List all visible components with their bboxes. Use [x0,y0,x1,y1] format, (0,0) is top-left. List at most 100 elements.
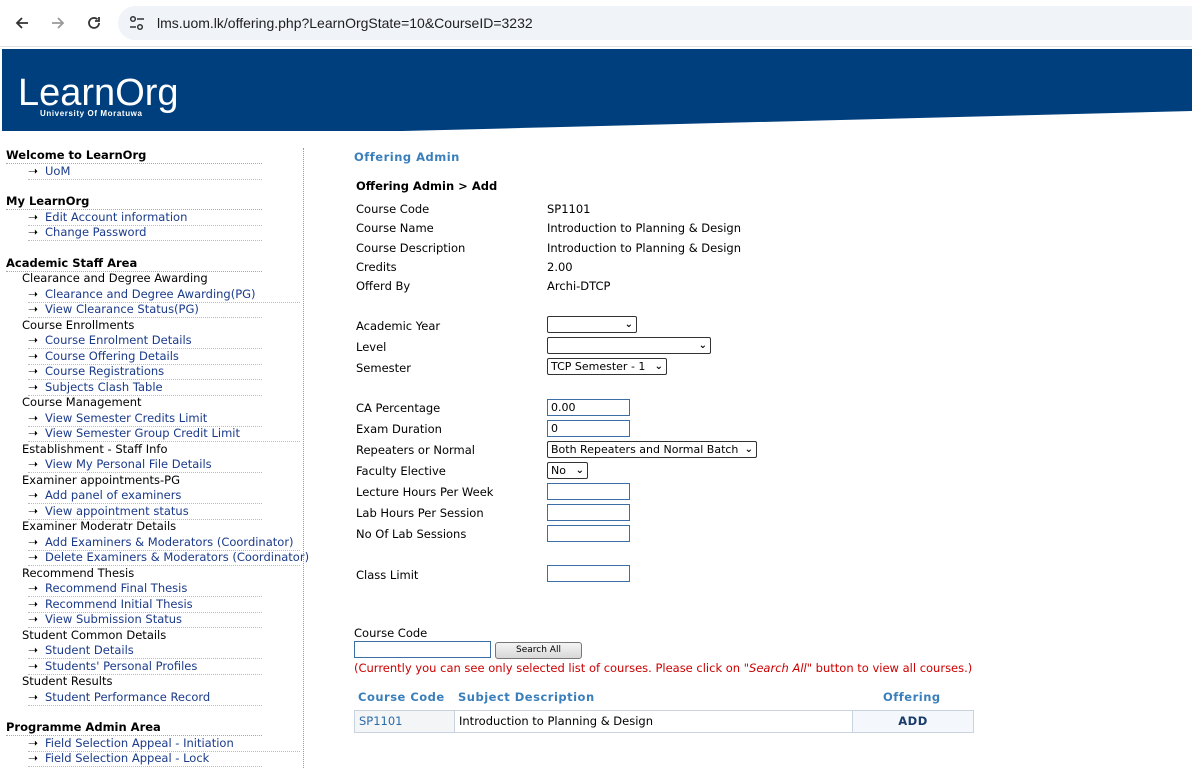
arrow-right-icon: ➝ [28,410,39,425]
search-hint-post: button to view all courses.) [812,661,973,675]
arrow-right-icon: ➝ [28,379,39,394]
semester-label: Semester [356,361,411,375]
sidebar-link-label: Field Selection Appeal - Lock [45,751,210,765]
sidebar-link-label: UoM [45,163,71,178]
sidebar-link-course-offering-details[interactable]: ➝ Course Offering Details [28,349,262,365]
column-header-subject-description: Subject Description [458,690,595,704]
sidebar-category-course-management: Course Management [22,395,142,409]
sidebar-category-examiner-moderatr-details: Examiner Moderatr Details [22,519,177,533]
class-limit-input[interactable] [547,565,630,582]
table-row: SP1101 Introduction to Planning & Design… [354,710,974,733]
sidebar-link-view-clearance-status-pg[interactable]: ➝ View Clearance Status(PG) [28,302,262,318]
sidebar-link-label: Students' Personal Profiles [45,658,198,673]
course-description-value: Introduction to Planning & Design [547,241,742,255]
forward-button[interactable] [45,10,71,36]
lecture-hours-input[interactable] [547,483,630,500]
academic-year-select[interactable]: ⌄ [547,316,637,333]
sidebar-link-change-password[interactable]: ➝ Change Password [28,225,262,241]
arrow-right-icon: ➝ [28,488,39,502]
ca-percentage-input[interactable]: 0.00 [547,399,630,416]
arrow-left-icon [15,17,28,29]
sidebar-link-label: Course Registrations [45,364,165,378]
level-select[interactable]: ⌄ [547,337,711,354]
search-hint: (Currently you can see only selected lis… [354,661,972,675]
sidebar-link-view-my-personal-file-details[interactable]: ➝ View My Personal File Details [28,457,262,473]
add-offering-button[interactable]: ADD [853,711,973,732]
sidebar-category-student-results: Student Results [22,674,113,688]
sidebar-link-course-enrolment-details[interactable]: ➝ Course Enrolment Details [28,333,262,349]
sidebar-link-label: Recommend Final Thesis [45,581,188,595]
chevron-down-icon: ⌄ [575,465,584,476]
arrow-right-icon: ➝ [28,364,39,378]
faculty-elective-value: No [551,464,566,477]
sidebar-link-label: Course Enrolment Details [45,333,192,347]
lab-hours-input[interactable] [547,504,630,521]
sidebar-category-establishment-staff-info: Establishment - Staff Info [22,441,168,456]
course-code-label: Course Code [356,202,430,216]
sidebar-link-course-registrations[interactable]: ➝ Course Registrations [28,364,262,380]
repeaters-label: Repeaters or Normal [356,443,475,457]
sidebar-link-view-semester-credits-limit[interactable]: ➝ View Semester Credits Limit [28,411,262,427]
faculty-elective-select[interactable]: No ⌄ [547,462,588,479]
sidebar-link-add-panel-of-examiners[interactable]: ➝ Add panel of examiners [28,488,262,504]
level-label: Level [356,340,387,354]
sidebar-section-my-learnorg: My LearnOrg [6,194,262,210]
learnorg-logo[interactable]: LearnOrg [18,73,179,113]
exam-duration-input[interactable]: 0 [547,420,630,437]
arrow-right-icon: ➝ [28,426,39,440]
arrow-right-icon: ➝ [28,751,39,765]
arrow-right-icon: ➝ [28,612,39,626]
lab-sessions-input[interactable] [547,525,630,542]
course-name-value: Introduction to Planning & Design [547,221,742,235]
sidebar-link-clearance-and-degree-awarding-pg[interactable]: ➝ Clearance and Degree Awarding(PG) [28,287,300,303]
sidebar-link-recommend-initial-thesis[interactable]: ➝ Recommend Initial Thesis [28,597,262,613]
sidebar-link-recommend-final-thesis[interactable]: ➝ Recommend Final Thesis [28,581,262,597]
academic-year-label: Academic Year [356,319,441,333]
search-hint-pre: (Currently you can see only selected lis… [354,661,744,675]
reload-button[interactable] [81,10,107,36]
sidebar-link-view-submission-status[interactable]: ➝ View Submission Status [28,612,262,628]
chevron-down-icon: ⌄ [624,319,633,330]
sidebar-link-add-examiners-moderators-coordinator[interactable]: ➝ Add Examiners & Moderators (Coordinator… [28,535,300,551]
semester-select[interactable]: TCP Semester - 1 ⌄ [547,358,667,375]
sidebar-category-student-common-details: Student Common Details [22,627,167,642]
chevron-down-icon: ⌄ [654,361,663,372]
sidebar-link-label: Edit Account information [45,209,188,224]
reload-icon [88,17,100,29]
sidebar-link-student-details[interactable]: ➝ Student Details [28,643,262,659]
sidebar-category-clearance-and-degree-awarding: Clearance and Degree Awarding [22,271,208,285]
chevron-down-icon: ⌄ [698,340,707,351]
search-course-code-input[interactable] [354,641,491,658]
sidebar: Welcome to LearnOrg ➝ UoM My LearnOrg ➝ Edit … [6,148,309,768]
logo-subtitle: University Of Moratuwa [40,109,143,118]
sidebar-link-uom[interactable]: ➝ UoM [28,164,262,180]
sidebar-category-recommend-thesis: Recommend Thesis [22,565,135,580]
sidebar-link-field-selection-appeal-initiation[interactable]: ➝ Field Selection Appeal - Initiation [28,736,300,752]
address-bar[interactable]: lms.uom.lk/offering.php?LearnOrgState=10… [118,6,1192,40]
sidebar-link-view-semester-group-credit-limit[interactable]: ➝ View Semester Group Credit Limit [28,426,300,442]
sidebar-link-student-performance-record[interactable]: ➝ Student Performance Record [28,690,262,706]
arrow-right-icon: ➝ [28,581,39,595]
sidebar-link-view-appointment-status[interactable]: ➝ View appointment status [28,504,262,520]
sidebar-link-students-personal-profiles[interactable]: ➝ Students' Personal Profiles [28,659,262,675]
page-title: Offering Admin [354,150,460,164]
sidebar-link-label: View Clearance Status(PG) [45,302,199,316]
sidebar-link-subjects-clash-table[interactable]: ➝ Subjects Clash Table [28,380,262,396]
search-all-button[interactable]: Search All [495,642,582,659]
sidebar-link-label: Field Selection Appeal - Initiation [45,735,234,750]
back-button[interactable] [9,10,35,36]
sidebar-link-label: View Semester Group Credit Limit [45,426,240,440]
row-course-code[interactable]: SP1101 [355,711,455,732]
sidebar-link-field-selection-appeal-lock[interactable]: ➝ Field Selection Appeal - Lock [28,751,262,767]
site-header: LearnOrg University Of Moratuwa [2,49,1192,131]
sidebar-link-delete-examiners-moderators-coordinator[interactable]: ➝ Delete Examiners & Moderators (Coordina… [28,550,309,566]
arrow-right-icon: ➝ [28,503,39,518]
faculty-elective-label: Faculty Elective [356,464,446,478]
tune-icon[interactable] [128,14,146,32]
repeaters-select[interactable]: Both Repeaters and Normal Batch ⌄ [547,441,757,458]
url-text[interactable]: lms.uom.lk/offering.php?LearnOrgState=10… [157,15,533,31]
arrow-right-icon: ➝ [28,735,39,750]
sidebar-link-edit-account-information[interactable]: ➝ Edit Account information [28,210,262,226]
sidebar-section-programme-admin-area: Programme Admin Area [6,720,262,736]
semester-value: TCP Semester - 1 [551,360,646,373]
